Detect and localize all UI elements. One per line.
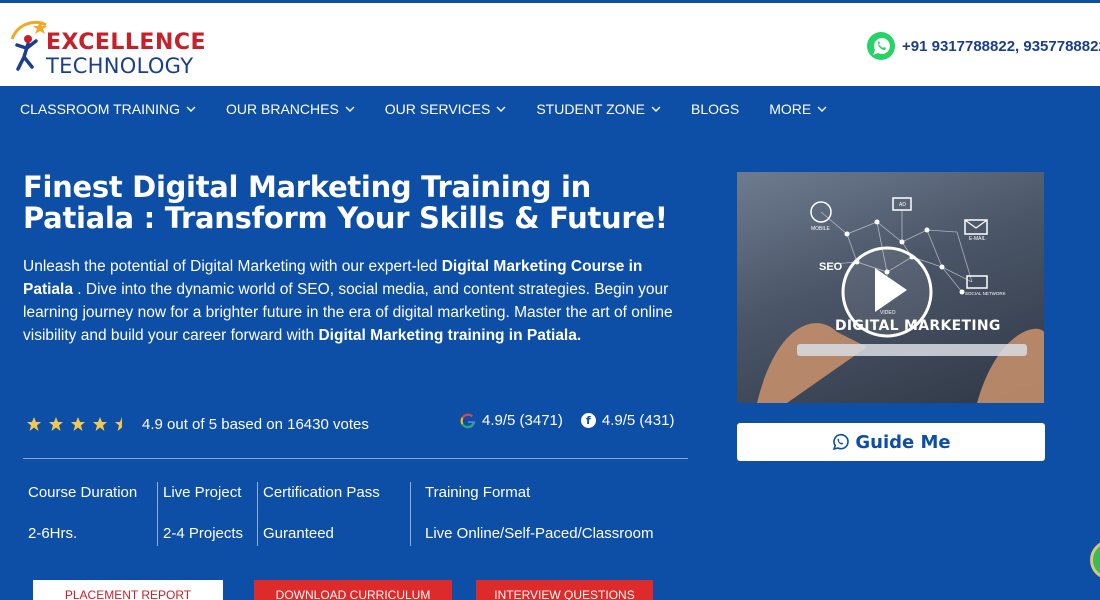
mobile-label: MOBILE: [811, 226, 831, 232]
hand-right: [977, 328, 1044, 403]
ad-label: AD: [899, 202, 906, 208]
nav-blogs[interactable]: BLOGS: [691, 101, 739, 117]
fact-live-project: Live Project 2-4 Projects: [158, 472, 258, 550]
nav-our-services[interactable]: OUR SERVICES: [385, 101, 507, 117]
placement-report-button[interactable]: PLACEMENT REPORT: [33, 580, 223, 600]
logo-wordmark: EXCELLENCE TECHNOLOGY: [46, 30, 207, 78]
tablet: [797, 344, 1027, 356]
hand-left: [757, 323, 867, 403]
fact-key: Certification Pass: [263, 484, 380, 501]
star-rating: [26, 416, 130, 432]
whatsapp-outline-icon: [833, 433, 850, 451]
video-label: VIDEO: [880, 310, 896, 316]
seo-label: SEO: [819, 261, 843, 273]
google-score: 4.9/5 (3471): [482, 412, 563, 429]
nav-label: MORE: [769, 101, 812, 117]
nav-label: OUR SERVICES: [384, 101, 491, 117]
star-half-icon: [115, 417, 122, 431]
logo-line2: TECHNOLOGY: [46, 54, 194, 78]
star-full-icon: [27, 417, 41, 431]
guide-me-label: Guide Me: [855, 431, 951, 453]
whatsapp-icon: [867, 32, 895, 60]
nav-label: BLOGS: [690, 101, 740, 117]
nav-our-branches[interactable]: OUR BRANCHES: [226, 101, 355, 117]
star-full-icon: [93, 417, 107, 431]
nav-label: OUR BRANCHES: [226, 101, 339, 117]
phone-numbers: +91 9317788822, 9357788822: [902, 37, 1100, 55]
fact-value: 2-4 Projects: [163, 525, 244, 542]
course-facts: Course Duration 2-6Hrs. Live Project 2-4…: [23, 472, 691, 550]
email-label: E-MAIL: [969, 236, 986, 242]
google-g-icon: [460, 413, 476, 428]
hero-description: Unleash the potential of Digital Marketi…: [23, 255, 693, 347]
fact-course-duration: Course Duration 2-6Hrs.: [23, 472, 158, 550]
fact-training-format: Training Format Live Online/Self-Paced/C…: [411, 472, 691, 550]
nav-classroom-training[interactable]: CLASSROOM TRAINING: [20, 101, 196, 117]
interview-questions-button[interactable]: INTERVIEW QUESTIONS: [476, 580, 653, 600]
chevron-down-icon: [345, 106, 355, 112]
fact-key: Training Format: [425, 484, 531, 501]
star-full-icon: [71, 417, 85, 431]
fact-key: Course Duration: [28, 484, 138, 501]
main-nav: CLASSROOM TRAINING OUR BRANCHES OUR SERV…: [0, 86, 1100, 132]
floating-chat-button[interactable]: [1090, 540, 1100, 580]
chevron-down-icon: [651, 106, 661, 112]
guide-me-button[interactable]: Guide Me: [737, 423, 1045, 461]
chevron-down-icon: [186, 106, 196, 112]
star-full-icon: [49, 417, 63, 431]
fact-value: Guranteed: [263, 525, 334, 542]
runner-star-logo-icon: [10, 20, 47, 71]
logo-line1: EXCELLENCE: [46, 30, 207, 55]
contact-phone[interactable]: +91 9317788822, 9357788822: [866, 31, 1100, 61]
fact-value: Live Online/Self-Paced/Classroom: [425, 525, 654, 542]
facebook-icon: f: [580, 413, 596, 428]
media-caption: DIGITAL MARKETING: [835, 318, 1001, 334]
divider: [23, 458, 688, 459]
site-logo[interactable]: EXCELLENCE TECHNOLOGY: [4, 17, 207, 78]
chevron-down-icon: [496, 106, 506, 112]
nav-label: STUDENT ZONE: [536, 101, 645, 117]
page-title: Finest Digital Marketing Training in Pat…: [23, 170, 668, 235]
facebook-score: 4.9/5 (431): [601, 412, 675, 429]
site-header: EXCELLENCE TECHNOLOGY +91 9317788822, 93…: [0, 0, 1100, 86]
desc-link-training: Digital Marketing training in Patiala.: [318, 327, 582, 344]
fact-value: 2-6Hrs.: [28, 525, 78, 542]
social-network-label: SOCIAL NETWORK: [965, 291, 1006, 296]
download-curriculum-button[interactable]: DOWNLOAD CURRICULUM: [254, 580, 452, 600]
fact-certification: Certification Pass Guranteed: [258, 472, 411, 550]
nav-label: CLASSROOM TRAINING: [20, 101, 180, 117]
rating-row: 4.9 out of 5 based on 16430 votes 4.9/5 …: [26, 412, 691, 436]
desc-text: Unleash the potential of Digital Marketi…: [23, 258, 442, 275]
course-video-thumbnail[interactable]: MOBILE AD E-MAIL SEO SOCIAL NETWORK VIDE…: [737, 172, 1044, 403]
digital-marketing-network-graphic: MOBILE AD E-MAIL SEO SOCIAL NETWORK VIDE…: [757, 197, 1044, 403]
fact-key: Live Project: [163, 484, 242, 501]
rating-summary: 4.9 out of 5 based on 16430 votes: [142, 415, 369, 433]
nav-student-zone[interactable]: STUDENT ZONE: [536, 101, 661, 117]
review-scores: 4.9/5 (3471) f 4.9/5 (431): [460, 412, 674, 429]
nav-more[interactable]: MORE: [769, 101, 827, 117]
chevron-down-icon: [817, 106, 827, 112]
